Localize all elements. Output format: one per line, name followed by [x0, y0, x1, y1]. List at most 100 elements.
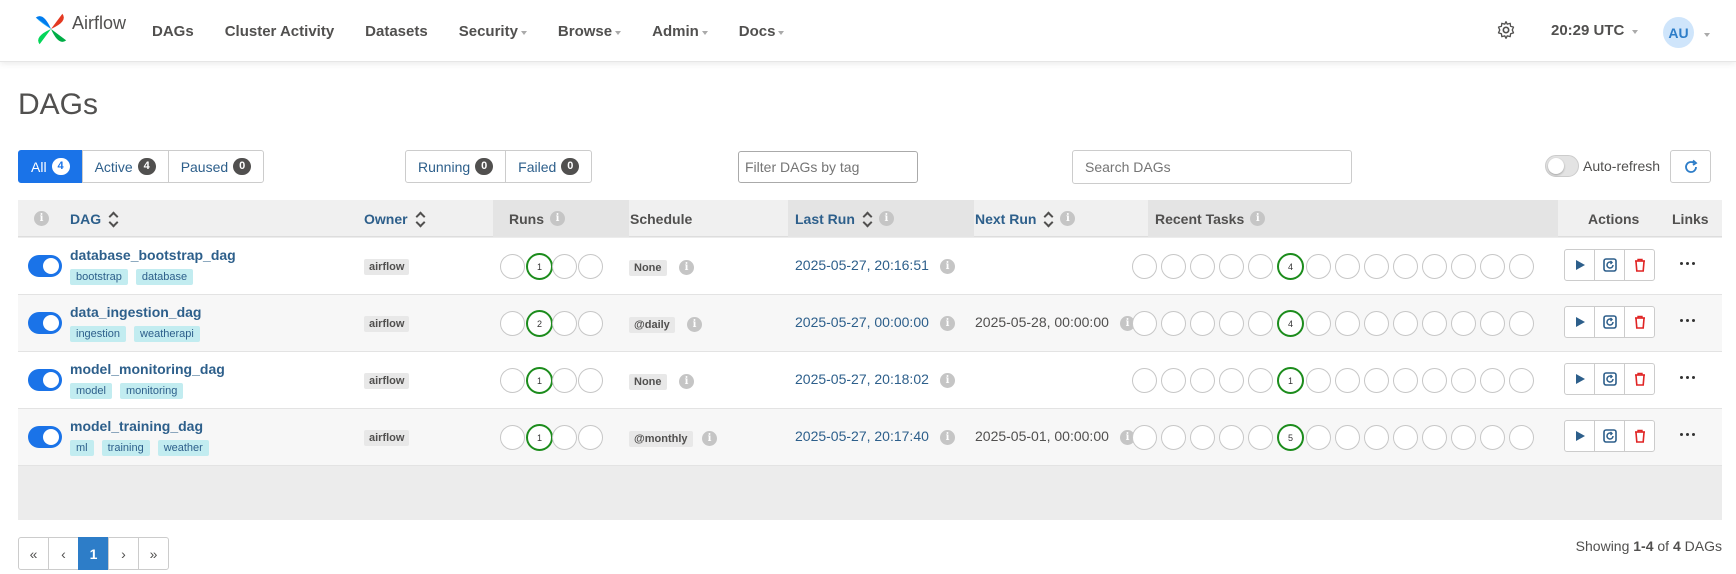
- delete-dag-button[interactable]: [1624, 306, 1655, 338]
- task-state-circle[interactable]: [1480, 311, 1505, 336]
- task-state-circle[interactable]: [1161, 425, 1186, 450]
- more-links-icon[interactable]: [1680, 262, 1698, 265]
- task-state-circle[interactable]: [1509, 368, 1534, 393]
- task-state-circle[interactable]: [1393, 425, 1418, 450]
- run-state-circle[interactable]: [500, 254, 525, 279]
- task-state-circle[interactable]: [1132, 254, 1157, 279]
- dag-name-link[interactable]: model_monitoring_dag: [70, 361, 225, 377]
- task-state-circle[interactable]: [1132, 425, 1157, 450]
- last-run-link[interactable]: 2025-05-27, 20:16:51: [795, 257, 929, 273]
- task-state-circle[interactable]: [1248, 254, 1273, 279]
- info-icon[interactable]: i: [679, 374, 694, 389]
- nav-browse[interactable]: Browse: [558, 23, 622, 40]
- trigger-dag-button[interactable]: [1564, 306, 1595, 338]
- dag-pause-toggle[interactable]: [28, 255, 62, 277]
- task-state-circle[interactable]: [1306, 425, 1331, 450]
- dag-pause-toggle[interactable]: [28, 369, 62, 391]
- task-state-circle[interactable]: [1335, 311, 1360, 336]
- owner-badge[interactable]: airflow: [364, 259, 410, 275]
- run-state-circle[interactable]: [552, 425, 577, 450]
- delete-dag-button[interactable]: [1624, 363, 1655, 395]
- task-state-circle[interactable]: [1161, 254, 1186, 279]
- next-run-column-header[interactable]: Next Run i: [975, 200, 1076, 237]
- filter-all-button[interactable]: All 4: [18, 150, 83, 183]
- task-state-circle[interactable]: [1364, 254, 1389, 279]
- tag-badge[interactable]: ml: [70, 440, 94, 456]
- task-state-circle[interactable]: [1335, 425, 1360, 450]
- task-state-circle[interactable]: [1306, 254, 1331, 279]
- tag-badge[interactable]: database: [135, 269, 194, 285]
- dag-pause-toggle[interactable]: [28, 312, 62, 334]
- task-state-circle[interactable]: [1393, 311, 1418, 336]
- first-page-button[interactable]: «: [18, 537, 49, 570]
- task-state-circle[interactable]: [1132, 368, 1157, 393]
- task-state-circle[interactable]: [1451, 254, 1476, 279]
- info-icon[interactable]: i: [34, 211, 49, 226]
- task-state-circle[interactable]: [1393, 254, 1418, 279]
- tag-badge[interactable]: weather: [157, 440, 209, 456]
- tag-badge[interactable]: monitoring: [119, 383, 184, 399]
- task-state-circle[interactable]: [1306, 368, 1331, 393]
- nav-cluster-activity[interactable]: Cluster Activity: [225, 23, 334, 40]
- run-success-circle[interactable]: 1: [526, 367, 553, 394]
- refresh-dag-button[interactable]: [1594, 420, 1625, 452]
- task-state-circle[interactable]: [1509, 311, 1534, 336]
- chevron-down-icon[interactable]: [1704, 33, 1710, 37]
- run-state-circle[interactable]: [552, 311, 577, 336]
- brand-link[interactable]: Airflow: [32, 10, 126, 48]
- auto-refresh-toggle[interactable]: [1545, 155, 1579, 177]
- task-state-circle[interactable]: [1190, 425, 1215, 450]
- task-state-circle[interactable]: [1248, 311, 1273, 336]
- refresh-dag-button[interactable]: [1594, 363, 1625, 395]
- more-links-icon[interactable]: [1680, 433, 1698, 436]
- trigger-dag-button[interactable]: [1564, 249, 1595, 281]
- last-run-link[interactable]: 2025-05-27, 00:00:00: [795, 314, 929, 330]
- search-dags-input[interactable]: [1072, 150, 1352, 184]
- task-state-circle[interactable]: [1335, 368, 1360, 393]
- task-state-circle[interactable]: [1161, 311, 1186, 336]
- dag-name-link[interactable]: database_bootstrap_dag: [70, 247, 236, 263]
- dag-name-link[interactable]: model_training_dag: [70, 418, 203, 434]
- last-page-button[interactable]: »: [138, 537, 169, 570]
- task-state-circle[interactable]: [1393, 368, 1418, 393]
- owner-badge[interactable]: airflow: [364, 373, 410, 389]
- info-icon[interactable]: i: [878, 211, 894, 226]
- more-links-icon[interactable]: [1680, 319, 1698, 322]
- run-state-circle[interactable]: [578, 425, 603, 450]
- task-state-circle[interactable]: [1219, 425, 1244, 450]
- task-state-circle[interactable]: [1132, 311, 1157, 336]
- info-icon[interactable]: i: [679, 260, 694, 275]
- task-success-circle[interactable]: 5: [1277, 424, 1304, 451]
- run-state-circle[interactable]: [552, 254, 577, 279]
- task-state-circle[interactable]: [1422, 311, 1447, 336]
- next-page-button[interactable]: ›: [108, 537, 139, 570]
- task-state-circle[interactable]: [1422, 368, 1447, 393]
- task-success-circle[interactable]: 4: [1277, 253, 1304, 280]
- task-state-circle[interactable]: [1248, 425, 1273, 450]
- task-state-circle[interactable]: [1480, 368, 1505, 393]
- tag-badge[interactable]: ingestion: [70, 326, 127, 342]
- run-state-circle[interactable]: [500, 311, 525, 336]
- info-icon[interactable]: i: [940, 430, 955, 445]
- tag-filter-input[interactable]: [738, 151, 918, 183]
- last-run-column-header[interactable]: Last Run i: [788, 200, 974, 237]
- info-icon[interactable]: i: [687, 317, 702, 332]
- run-success-circle[interactable]: 2: [526, 310, 553, 337]
- info-icon[interactable]: i: [550, 211, 565, 226]
- delete-dag-button[interactable]: [1624, 249, 1655, 281]
- run-state-circle[interactable]: [578, 311, 603, 336]
- filter-paused-button[interactable]: Paused 0: [167, 150, 265, 183]
- task-state-circle[interactable]: [1161, 368, 1186, 393]
- nav-docs[interactable]: Docs: [739, 23, 785, 40]
- filter-running-button[interactable]: Running 0: [405, 150, 507, 183]
- info-icon[interactable]: i: [940, 316, 955, 331]
- task-state-circle[interactable]: [1509, 254, 1534, 279]
- dag-name-link[interactable]: data_ingestion_dag: [70, 304, 201, 320]
- task-state-circle[interactable]: [1335, 254, 1360, 279]
- tag-badge[interactable]: training: [101, 440, 150, 456]
- dag-column-header[interactable]: DAG: [70, 200, 119, 237]
- more-links-icon[interactable]: [1680, 376, 1698, 379]
- last-run-link[interactable]: 2025-05-27, 20:17:40: [795, 428, 929, 444]
- task-state-circle[interactable]: [1509, 425, 1534, 450]
- filter-active-button[interactable]: Active 4: [81, 150, 169, 183]
